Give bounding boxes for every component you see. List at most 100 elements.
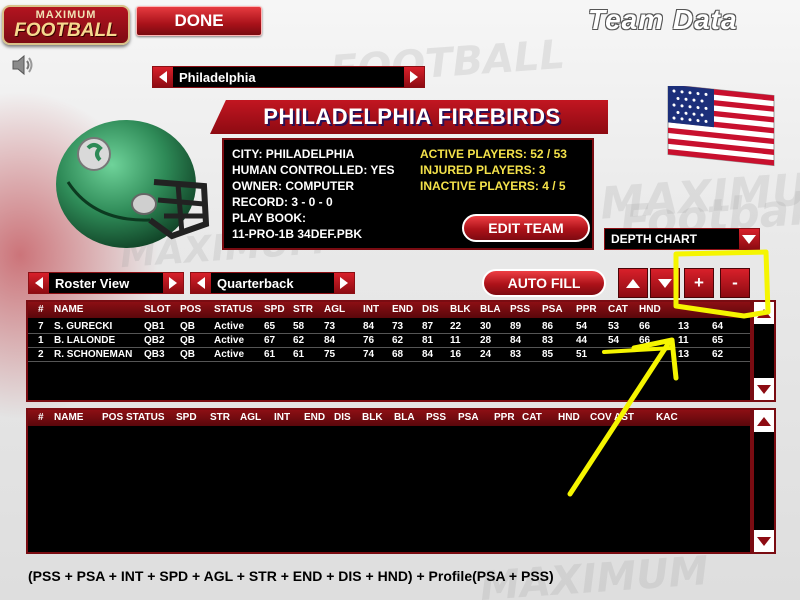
table-cell: 54 bbox=[608, 335, 620, 346]
roster-column-header[interactable]: HND bbox=[639, 302, 661, 318]
team-helmet-icon bbox=[54, 112, 214, 250]
done-button[interactable]: DONE bbox=[136, 6, 262, 36]
available-column-header[interactable]: # bbox=[38, 410, 44, 426]
available-table-header: # NAME POS STATUS SPD STR AGL INT END DIS BLK BLA PS… bbox=[28, 410, 750, 426]
depth-chart-dropdown-button[interactable] bbox=[739, 229, 759, 249]
prev-position-button[interactable] bbox=[191, 273, 211, 293]
roster-column-header[interactable]: PSS bbox=[510, 302, 530, 318]
edit-team-button[interactable]: EDIT TEAM bbox=[462, 214, 590, 242]
prev-team-button[interactable] bbox=[153, 67, 173, 87]
roster-column-header[interactable]: STR bbox=[293, 302, 313, 318]
table-cell: 28 bbox=[480, 335, 492, 346]
team-human-controlled: HUMAN CONTROLLED: YES bbox=[232, 163, 395, 177]
team-name: PHILADELPHIA FIREBIRDS bbox=[263, 104, 561, 129]
roster-column-header[interactable]: CAT bbox=[608, 302, 628, 318]
team-selector[interactable]: Philadelphia bbox=[152, 66, 425, 88]
roster-column-header[interactable]: NAME bbox=[54, 302, 83, 318]
table-cell: QB bbox=[180, 349, 195, 360]
roster-column-header[interactable]: # bbox=[38, 302, 44, 318]
roster-column-header[interactable]: POS bbox=[180, 302, 201, 318]
available-column-header[interactable]: PPR bbox=[494, 410, 515, 426]
next-position-button[interactable] bbox=[334, 273, 354, 293]
view-selector[interactable]: Roster View bbox=[28, 272, 184, 294]
available-column-header[interactable]: DIS bbox=[334, 410, 351, 426]
table-cell: 62 bbox=[293, 335, 305, 346]
available-players-table: # NAME POS STATUS SPD STR AGL INT END DIS BLK BLA PS… bbox=[26, 408, 752, 554]
scroll-down-button[interactable] bbox=[754, 530, 774, 552]
roster-column-header[interactable]: SPD bbox=[264, 302, 285, 318]
position-selector[interactable]: Quarterback bbox=[190, 272, 355, 294]
available-column-header[interactable]: COV bbox=[590, 410, 612, 426]
available-column-header[interactable]: PSA bbox=[458, 410, 479, 426]
table-cell: QB bbox=[180, 335, 195, 346]
arrow-left-icon bbox=[35, 277, 43, 289]
auto-fill-button[interactable]: AUTO FILL bbox=[482, 269, 606, 297]
available-column-header[interactable]: POS bbox=[102, 410, 123, 426]
next-view-button[interactable] bbox=[163, 273, 183, 293]
roster-column-header[interactable]: END bbox=[392, 302, 413, 318]
depth-chart-select-value: DEPTH CHART bbox=[611, 232, 697, 246]
arrow-left-icon bbox=[197, 277, 205, 289]
arrow-right-icon bbox=[410, 71, 418, 83]
table-cell: Active bbox=[214, 335, 245, 346]
table-cell: QB2 bbox=[144, 335, 165, 346]
available-column-header[interactable]: KAC bbox=[656, 410, 678, 426]
available-column-header[interactable]: AGL bbox=[240, 410, 261, 426]
table-cell: 13 bbox=[678, 321, 690, 332]
prev-view-button[interactable] bbox=[29, 273, 49, 293]
move-up-button[interactable] bbox=[618, 268, 648, 298]
depth-chart-select[interactable]: DEPTH CHART bbox=[604, 228, 760, 250]
table-cell: 76 bbox=[363, 335, 375, 346]
roster-column-header[interactable]: BLK bbox=[450, 302, 471, 318]
available-column-header[interactable]: BLA bbox=[394, 410, 415, 426]
available-column-header[interactable]: SPD bbox=[176, 410, 197, 426]
roster-column-header[interactable]: DIS bbox=[422, 302, 439, 318]
table-row[interactable]: 2 R. SCHONEMAN QB3 QB Active 61 61 75 74 68 84 16 24… bbox=[28, 348, 750, 362]
roster-column-header[interactable]: BLA bbox=[480, 302, 501, 318]
remove-player-button[interactable]: - bbox=[720, 268, 750, 298]
roster-column-header[interactable]: AGL bbox=[324, 302, 345, 318]
available-column-header[interactable]: STATUS bbox=[126, 410, 165, 426]
table-row[interactable]: 7 S. GURECKI QB1 QB Active 65 58 73 84 73 87 22 30 89… bbox=[28, 320, 750, 334]
next-team-button[interactable] bbox=[404, 67, 424, 87]
arrow-down-icon bbox=[757, 536, 771, 546]
available-column-header[interactable]: CAT bbox=[522, 410, 542, 426]
roster-column-header[interactable]: SLOT bbox=[144, 302, 171, 318]
table-cell: 83 bbox=[542, 335, 554, 346]
available-column-header[interactable]: END bbox=[304, 410, 325, 426]
available-column-header[interactable]: INT bbox=[274, 410, 290, 426]
team-owner: OWNER: COMPUTER bbox=[232, 179, 354, 193]
speaker-icon[interactable] bbox=[10, 52, 36, 78]
roster-column-header[interactable]: STATUS bbox=[214, 302, 253, 318]
table-cell: 66 bbox=[639, 335, 651, 346]
table-cell: 83 bbox=[510, 349, 522, 360]
available-column-header[interactable]: PSS bbox=[426, 410, 446, 426]
scroll-up-button[interactable] bbox=[754, 302, 774, 324]
table-cell: QB1 bbox=[144, 321, 165, 332]
add-player-button[interactable]: + bbox=[684, 268, 714, 298]
table-cell: 86 bbox=[542, 321, 554, 332]
available-column-header[interactable]: AST bbox=[614, 410, 634, 426]
available-column-header[interactable]: NAME bbox=[54, 410, 83, 426]
available-column-header[interactable]: STR bbox=[210, 410, 230, 426]
roster-column-header[interactable]: INT bbox=[363, 302, 379, 318]
table-cell: QB bbox=[180, 321, 195, 332]
team-info-panel: CITY: PHILADELPHIA HUMAN CONTROLLED: YES… bbox=[222, 138, 594, 250]
table-cell: 81 bbox=[422, 335, 434, 346]
available-scrollbar[interactable] bbox=[752, 408, 776, 554]
table-row[interactable]: 1 B. LALONDE QB2 QB Active 67 62 84 76 62 81 11 28 84… bbox=[28, 334, 750, 348]
maximum-football-logo: MAXIMUM FOOTBALL bbox=[2, 5, 130, 45]
table-cell: 51 bbox=[576, 349, 588, 360]
roster-scrollbar[interactable] bbox=[752, 300, 776, 402]
available-column-header[interactable]: HND bbox=[558, 410, 580, 426]
available-column-header[interactable]: BLK bbox=[362, 410, 383, 426]
team-playbook-value: 11-PRO-1B 34DEF.PBK bbox=[232, 227, 363, 241]
table-cell: 75 bbox=[324, 349, 336, 360]
table-cell: 7 bbox=[38, 321, 44, 332]
roster-column-header[interactable]: PSA bbox=[542, 302, 563, 318]
logo-line-1: MAXIMUM bbox=[35, 8, 97, 21]
scroll-down-button[interactable] bbox=[754, 378, 774, 400]
scroll-up-button[interactable] bbox=[754, 410, 774, 432]
move-down-button[interactable] bbox=[650, 268, 680, 298]
roster-column-header[interactable]: PPR bbox=[576, 302, 597, 318]
